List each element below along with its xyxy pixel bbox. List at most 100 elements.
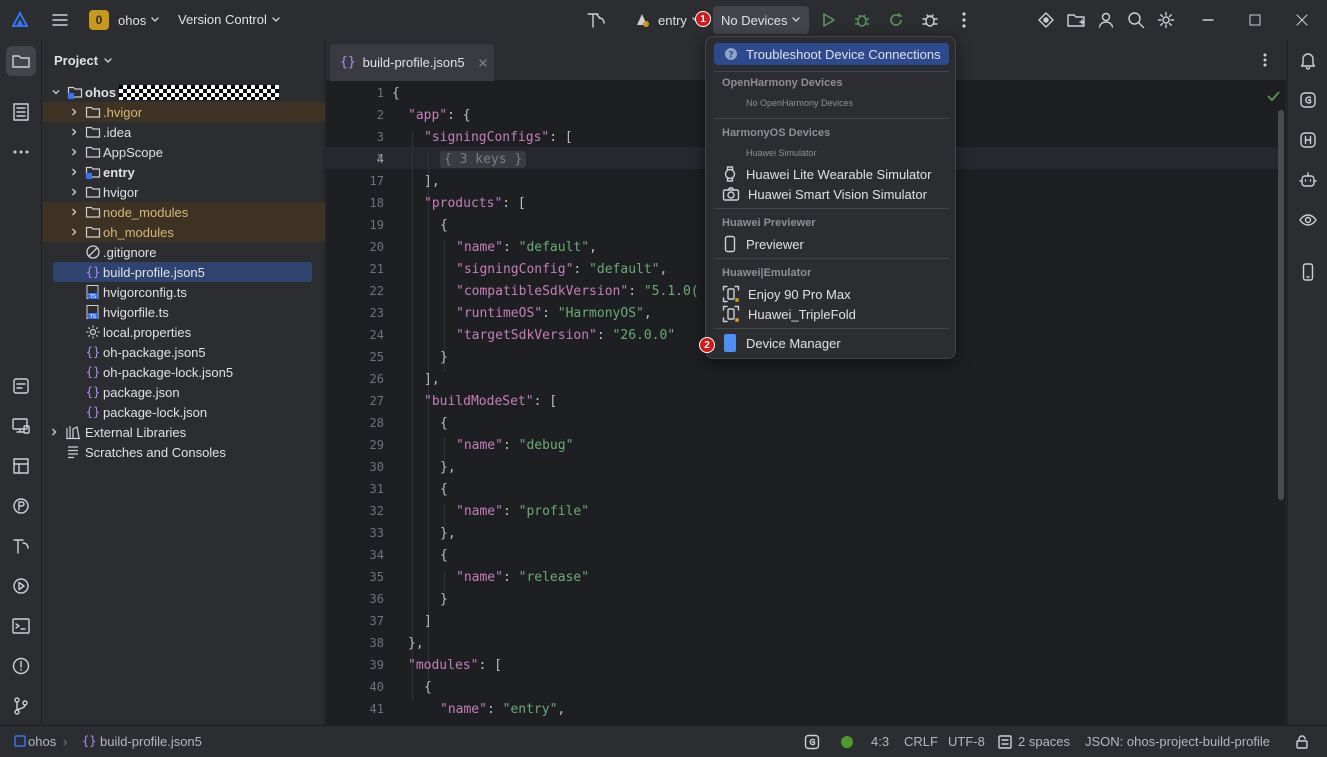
chevron-down-icon[interactable] xyxy=(51,87,61,97)
status-indicator[interactable] xyxy=(841,736,853,748)
chevron-right-icon[interactable] xyxy=(69,227,79,237)
minimize-window-icon[interactable] xyxy=(1196,8,1220,32)
json-schema[interactable]: JSON: ohos-project-build-profile xyxy=(1085,734,1270,749)
title-bar: 0 ohos Version Control entry 1 No Device… xyxy=(0,0,1327,40)
run-config-selector[interactable]: entry xyxy=(634,12,701,28)
tree-item-node-modules[interactable]: node_modules xyxy=(43,202,325,222)
tree-item-hvigorfile-ts[interactable]: TS hvigorfile.ts xyxy=(43,302,325,322)
tree-item-package-lock-json[interactable]: {} package-lock.json xyxy=(43,402,325,422)
debug-icon[interactable] xyxy=(850,8,874,32)
breadcrumb-root[interactable]: ohos xyxy=(28,734,56,749)
account-icon[interactable] xyxy=(1094,8,1118,32)
tree-item-gitignore[interactable]: .gitignore xyxy=(43,242,325,262)
more-actions-icon[interactable] xyxy=(952,8,976,32)
cursor-position[interactable]: 4:3 xyxy=(871,734,889,749)
project-tool-button[interactable] xyxy=(6,46,36,76)
tab-options-icon[interactable] xyxy=(1262,52,1268,68)
tree-item-oh-modules[interactable]: oh_modules xyxy=(43,222,325,242)
tree-item-package-json[interactable]: {} package.json xyxy=(43,382,325,402)
main-menu-icon[interactable] xyxy=(48,8,72,32)
harmonyos-header: HarmonyOS Devices xyxy=(722,127,831,139)
project-switcher[interactable]: 0 ohos xyxy=(89,10,160,30)
code-with-me-icon[interactable] xyxy=(1034,8,1058,32)
run-icon[interactable] xyxy=(816,8,840,32)
chevron-right-icon[interactable] xyxy=(69,147,79,157)
tree-scratches[interactable]: Scratches and Consoles xyxy=(43,442,325,462)
indent-setting[interactable]: 2 spaces xyxy=(1018,734,1070,749)
chevron-right-icon[interactable] xyxy=(49,427,59,437)
read-only-lock-icon[interactable] xyxy=(1294,734,1310,750)
status-bar: ohos › {} build-profile.json5 4:3 CRLF U… xyxy=(0,725,1327,757)
close-tab-icon[interactable] xyxy=(478,58,488,68)
tree-item-hvigor[interactable]: hvigor xyxy=(43,182,325,202)
more-tools-icon[interactable] xyxy=(11,142,31,162)
build-tool-icon[interactable] xyxy=(11,536,31,556)
device-file-browser-icon[interactable] xyxy=(11,416,31,436)
tree-item-idea[interactable]: .idea xyxy=(43,122,325,142)
structure-tool-icon[interactable] xyxy=(11,102,31,122)
tree-external-libraries[interactable]: External Libraries xyxy=(43,422,325,442)
chevron-right-icon[interactable] xyxy=(69,187,79,197)
terminal-icon[interactable] xyxy=(11,616,31,636)
tree-item-entry[interactable]: entry xyxy=(43,162,325,182)
tree-item-oh-package-json5[interactable]: {} oh-package.json5 xyxy=(43,342,325,362)
tree-root-ohos[interactable]: ohos xyxy=(43,82,325,102)
line-separator[interactable]: CRLF xyxy=(904,734,938,749)
code-line: { xyxy=(440,218,448,233)
smart-vision-label: Huawei Smart Vision Simulator xyxy=(748,186,927,202)
chevron-right-icon[interactable] xyxy=(69,207,79,217)
gradle-status-icon[interactable] xyxy=(804,734,820,750)
profiler-icon[interactable] xyxy=(11,496,31,516)
attach-debugger-icon[interactable] xyxy=(918,8,942,32)
code-line: "name": "default", xyxy=(456,240,597,255)
json-punctuation: : xyxy=(502,438,519,453)
project-structure-icon[interactable] xyxy=(1064,8,1088,32)
tree-item-label: .hvigor xyxy=(103,105,143,120)
tree-item-appscope[interactable]: AppScope xyxy=(43,142,325,162)
apply-changes-icon[interactable] xyxy=(884,8,908,32)
tab-build-profile[interactable]: {} build-profile.json5 xyxy=(330,44,494,81)
tree-item-oh-package-lock-json5[interactable]: {} oh-package-lock.json5 xyxy=(43,362,325,382)
triplefold-item[interactable]: Huawei_TripleFold xyxy=(722,304,856,324)
file-encoding[interactable]: UTF-8 xyxy=(948,734,985,749)
lite-wearable-item[interactable]: Huawei Lite Wearable Simulator xyxy=(722,164,931,184)
maximize-window-icon[interactable] xyxy=(1243,8,1267,32)
ai-assistant-icon[interactable] xyxy=(1298,170,1318,190)
tree-item-local-properties[interactable]: local.properties xyxy=(43,322,325,342)
search-icon[interactable] xyxy=(1124,8,1148,32)
device-manager-item[interactable]: Device Manager xyxy=(722,333,841,353)
todo-tool-icon[interactable] xyxy=(11,376,31,396)
chevron-right-icon[interactable] xyxy=(69,127,79,137)
build-hammer-icon[interactable] xyxy=(584,8,608,32)
version-control-menu[interactable]: Version Control xyxy=(178,12,281,27)
editor-scrollbar[interactable] xyxy=(1278,110,1284,500)
tree-item-hvigorconfig-ts[interactable]: TS hvigorconfig.ts xyxy=(43,282,325,302)
preview-eye-icon[interactable] xyxy=(1298,210,1318,230)
code-line: { 3 keys } xyxy=(440,151,527,168)
gradle-g-icon[interactable] xyxy=(1298,90,1318,110)
version-control-icon[interactable] xyxy=(11,696,31,716)
problems-icon[interactable] xyxy=(11,656,31,676)
layout-inspector-icon[interactable] xyxy=(11,456,31,476)
device-emulator-icon[interactable] xyxy=(1298,262,1318,282)
hvigor-h-icon[interactable] xyxy=(1298,130,1318,150)
folded-region[interactable]: { 3 keys } xyxy=(440,151,527,168)
chevron-right-icon[interactable] xyxy=(69,167,79,177)
folder-icon xyxy=(85,124,101,140)
troubleshoot-item[interactable]: ? Troubleshoot Device Connections xyxy=(714,43,949,65)
tree-item-hvigor[interactable]: .hvigor xyxy=(43,102,325,122)
enjoy-90-item[interactable]: Enjoy 90 Pro Max xyxy=(722,284,851,304)
chevron-right-icon[interactable] xyxy=(69,107,79,117)
settings-gear-icon[interactable] xyxy=(1154,8,1178,32)
camera-icon xyxy=(722,187,740,201)
code-line: "compatibleSdkVersion": "5.1.0( xyxy=(456,284,699,299)
project-panel-header[interactable]: Project xyxy=(54,53,113,68)
notifications-icon[interactable] xyxy=(1298,50,1318,70)
breadcrumb-file[interactable]: build-profile.json5 xyxy=(100,734,202,749)
run-tool-icon[interactable] xyxy=(11,576,31,596)
device-selector[interactable]: No Devices xyxy=(713,6,810,34)
close-window-icon[interactable] xyxy=(1290,8,1314,32)
smart-vision-item[interactable]: Huawei Smart Vision Simulator xyxy=(722,184,927,204)
tree-item-build-profile-json5[interactable]: {} build-profile.json5 xyxy=(43,262,325,282)
previewer-item[interactable]: Previewer xyxy=(722,234,804,254)
